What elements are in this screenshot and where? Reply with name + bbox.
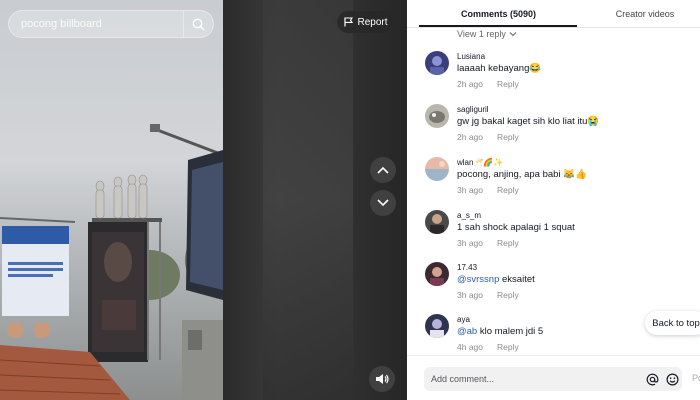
reply-button[interactable]: Reply xyxy=(497,342,519,352)
comment-text: @ab klo malem jdi 5 xyxy=(457,326,543,337)
comment-username[interactable]: Lusiana xyxy=(457,52,485,61)
comment-item: wlan🥂🌈✨ pocong, anjing, apa babi 😹👍 3h a… xyxy=(425,157,695,207)
tab-creator-videos[interactable]: Creator videos xyxy=(590,9,700,19)
avatar[interactable] xyxy=(425,51,449,75)
avatar[interactable] xyxy=(425,104,449,128)
comment-username[interactable]: aya xyxy=(457,315,470,324)
reply-button[interactable]: Reply xyxy=(497,79,519,89)
search-box xyxy=(8,10,214,38)
report-label: Report xyxy=(357,16,388,28)
report-button[interactable]: Report xyxy=(337,11,395,33)
comment-timestamp: 3h ago xyxy=(457,238,483,248)
next-video-button[interactable] xyxy=(370,190,396,216)
comment-item: a_s_m 1 sah shock apalagi 1 squat 3h ago… xyxy=(425,210,695,260)
video-player[interactable]: Report xyxy=(0,0,407,400)
comment-text: gw jg bakal kaget sih klo liat itu😭 xyxy=(457,116,600,127)
comment-timestamp: 3h ago xyxy=(457,185,483,195)
comments-panel: Comments (5090) Creator videos View 1 re… xyxy=(407,0,700,400)
comment-username[interactable]: wlan🥂🌈✨ xyxy=(457,158,503,167)
flag-icon xyxy=(344,17,354,27)
comment-text: 1 sah shock apalagi 1 squat xyxy=(457,222,575,233)
chevron-up-icon xyxy=(377,166,389,174)
comment-text-body: klo malem jdi 5 xyxy=(477,326,544,337)
mention-button[interactable] xyxy=(642,369,662,389)
reply-button[interactable]: Reply xyxy=(497,290,519,300)
comment-input[interactable] xyxy=(431,374,642,384)
view-replies-label: View 1 reply xyxy=(457,29,506,39)
view-replies-link[interactable]: View 1 reply xyxy=(457,29,517,39)
speaker-icon xyxy=(376,374,389,384)
comment-field xyxy=(424,367,682,391)
comment-composer: Post xyxy=(407,355,700,400)
reply-button[interactable]: Reply xyxy=(497,185,519,195)
comment-item: 17.43 @svrssnp eksaitet 3h ago Reply xyxy=(425,262,695,312)
post-button[interactable]: Post xyxy=(692,373,700,383)
volume-button[interactable] xyxy=(369,366,395,392)
comment-text: laaaah kebayang😂 xyxy=(457,63,542,74)
comment-item: Lusiana laaaah kebayang😂 2h ago Reply xyxy=(425,51,695,101)
emoji-button[interactable] xyxy=(662,369,682,389)
comment-text: @svrssnp eksaitet xyxy=(457,274,535,285)
comment-text-body: eksaitet xyxy=(499,274,535,285)
chevron-down-icon xyxy=(509,32,517,37)
comment-timestamp: 4h ago xyxy=(457,342,483,352)
comment-timestamp: 3h ago xyxy=(457,290,483,300)
avatar[interactable] xyxy=(425,262,449,286)
comment-item: sagliguril gw jg bakal kaget sih klo lia… xyxy=(425,104,695,154)
avatar[interactable] xyxy=(425,210,449,234)
search-icon xyxy=(192,18,205,30)
comment-username[interactable]: sagliguril xyxy=(457,105,489,114)
reply-button[interactable]: Reply xyxy=(497,132,519,142)
smiley-icon xyxy=(665,372,679,386)
mention-link[interactable]: @ab xyxy=(457,326,477,337)
comment-text: pocong, anjing, apa babi 😹👍 xyxy=(457,169,587,180)
previous-video-button[interactable] xyxy=(370,157,396,183)
reply-button[interactable]: Reply xyxy=(497,238,519,248)
tab-bar: Comments (5090) Creator videos xyxy=(407,0,700,28)
search-button[interactable] xyxy=(183,10,213,38)
mention-link[interactable]: @svrssnp xyxy=(457,274,499,285)
comment-timestamp: 2h ago xyxy=(457,132,483,142)
active-tab-indicator xyxy=(419,25,577,27)
back-to-top-button[interactable]: Back to top xyxy=(645,311,700,335)
search-input[interactable] xyxy=(21,18,183,30)
tab-comments[interactable]: Comments (5090) xyxy=(407,9,590,19)
video-frame xyxy=(0,0,223,400)
comment-username[interactable]: a_s_m xyxy=(457,211,481,220)
avatar[interactable] xyxy=(425,157,449,181)
comment-timestamp: 2h ago xyxy=(457,79,483,89)
avatar[interactable] xyxy=(425,314,449,338)
at-sign-icon xyxy=(646,373,658,385)
chevron-down-icon xyxy=(377,199,389,207)
video-scene-illustration xyxy=(0,124,223,400)
comment-username[interactable]: 17.43 xyxy=(457,263,477,272)
